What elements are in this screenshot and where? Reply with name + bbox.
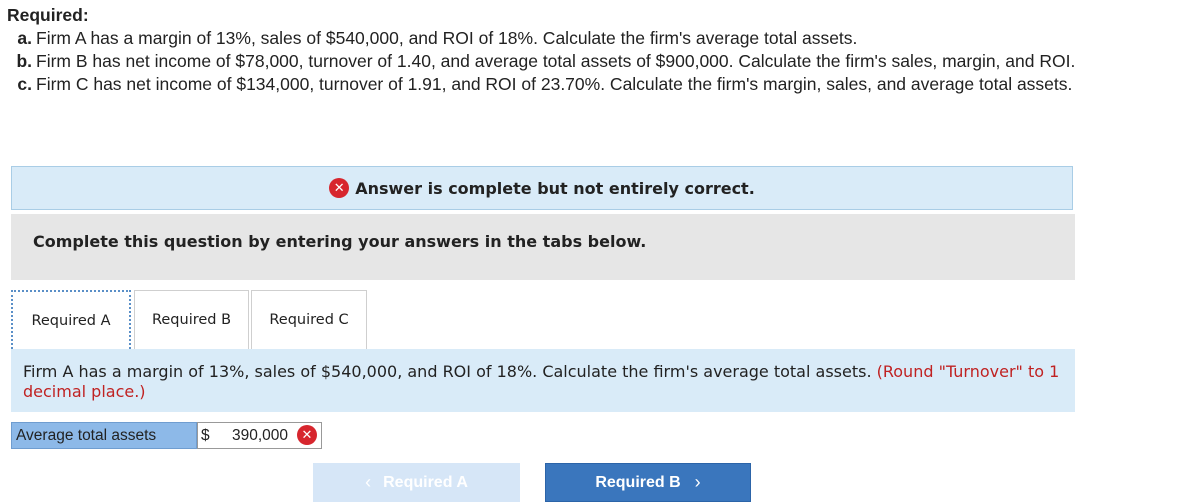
requirement-a: a. Firm A has a margin of 13%, sales of … bbox=[7, 27, 1172, 50]
average-total-assets-input[interactable]: $ 390,000 ✕ bbox=[197, 422, 322, 449]
next-button[interactable]: Required B › bbox=[545, 463, 751, 502]
chevron-left-icon: ‹ bbox=[365, 472, 372, 492]
question-text: Firm A has a margin of 13%, sales of $54… bbox=[23, 362, 872, 381]
requirement-text: Firm B has net income of $78,000, turnov… bbox=[36, 51, 1076, 71]
question-panel: Firm A has a margin of 13%, sales of $54… bbox=[11, 349, 1075, 412]
tab-label: Required A bbox=[31, 312, 111, 329]
instruction-box: Complete this question by entering your … bbox=[11, 214, 1075, 280]
tab-label: Required C bbox=[269, 312, 349, 328]
answer-value: 390,000 bbox=[232, 427, 289, 444]
x-circle-icon: ✕ bbox=[297, 425, 317, 445]
requirements-title: Required: bbox=[7, 5, 89, 25]
requirement-letter: b. bbox=[16, 51, 32, 71]
answer-label: Average total assets bbox=[11, 422, 197, 449]
requirement-text: Firm A has a margin of 13%, sales of $54… bbox=[36, 28, 858, 48]
instruction-text: Complete this question by entering your … bbox=[33, 232, 647, 251]
tab-required-a[interactable]: Required A bbox=[11, 290, 131, 349]
currency-symbol: $ bbox=[201, 427, 210, 444]
tab-label: Required B bbox=[151, 312, 232, 328]
tab-required-c[interactable]: Required C bbox=[251, 290, 367, 349]
prev-button-label: Required A bbox=[383, 473, 468, 491]
answer-status-banner: ✕ Answer is complete but not entirely co… bbox=[11, 166, 1073, 210]
next-button-label: Required B bbox=[595, 473, 681, 491]
prev-button[interactable]: ‹ Required A bbox=[313, 463, 520, 502]
answer-label-text: Average total assets bbox=[16, 427, 157, 444]
requirement-b: b. Firm B has net income of $78,000, tur… bbox=[7, 50, 1172, 73]
requirement-letter: c. bbox=[17, 74, 32, 94]
x-circle-icon: ✕ bbox=[329, 178, 350, 198]
chevron-right-icon: › bbox=[694, 472, 701, 492]
requirement-text: Firm C has net income of $134,000, turno… bbox=[36, 74, 1073, 94]
requirements: Required: a. Firm A has a margin of 13%,… bbox=[7, 4, 1172, 96]
requirement-letter: a. bbox=[17, 28, 32, 48]
answer-status-text: Answer is complete but not entirely corr… bbox=[355, 178, 755, 198]
requirement-c: c. Firm C has net income of $134,000, tu… bbox=[7, 73, 1172, 96]
tab-required-b[interactable]: Required B bbox=[134, 290, 249, 349]
